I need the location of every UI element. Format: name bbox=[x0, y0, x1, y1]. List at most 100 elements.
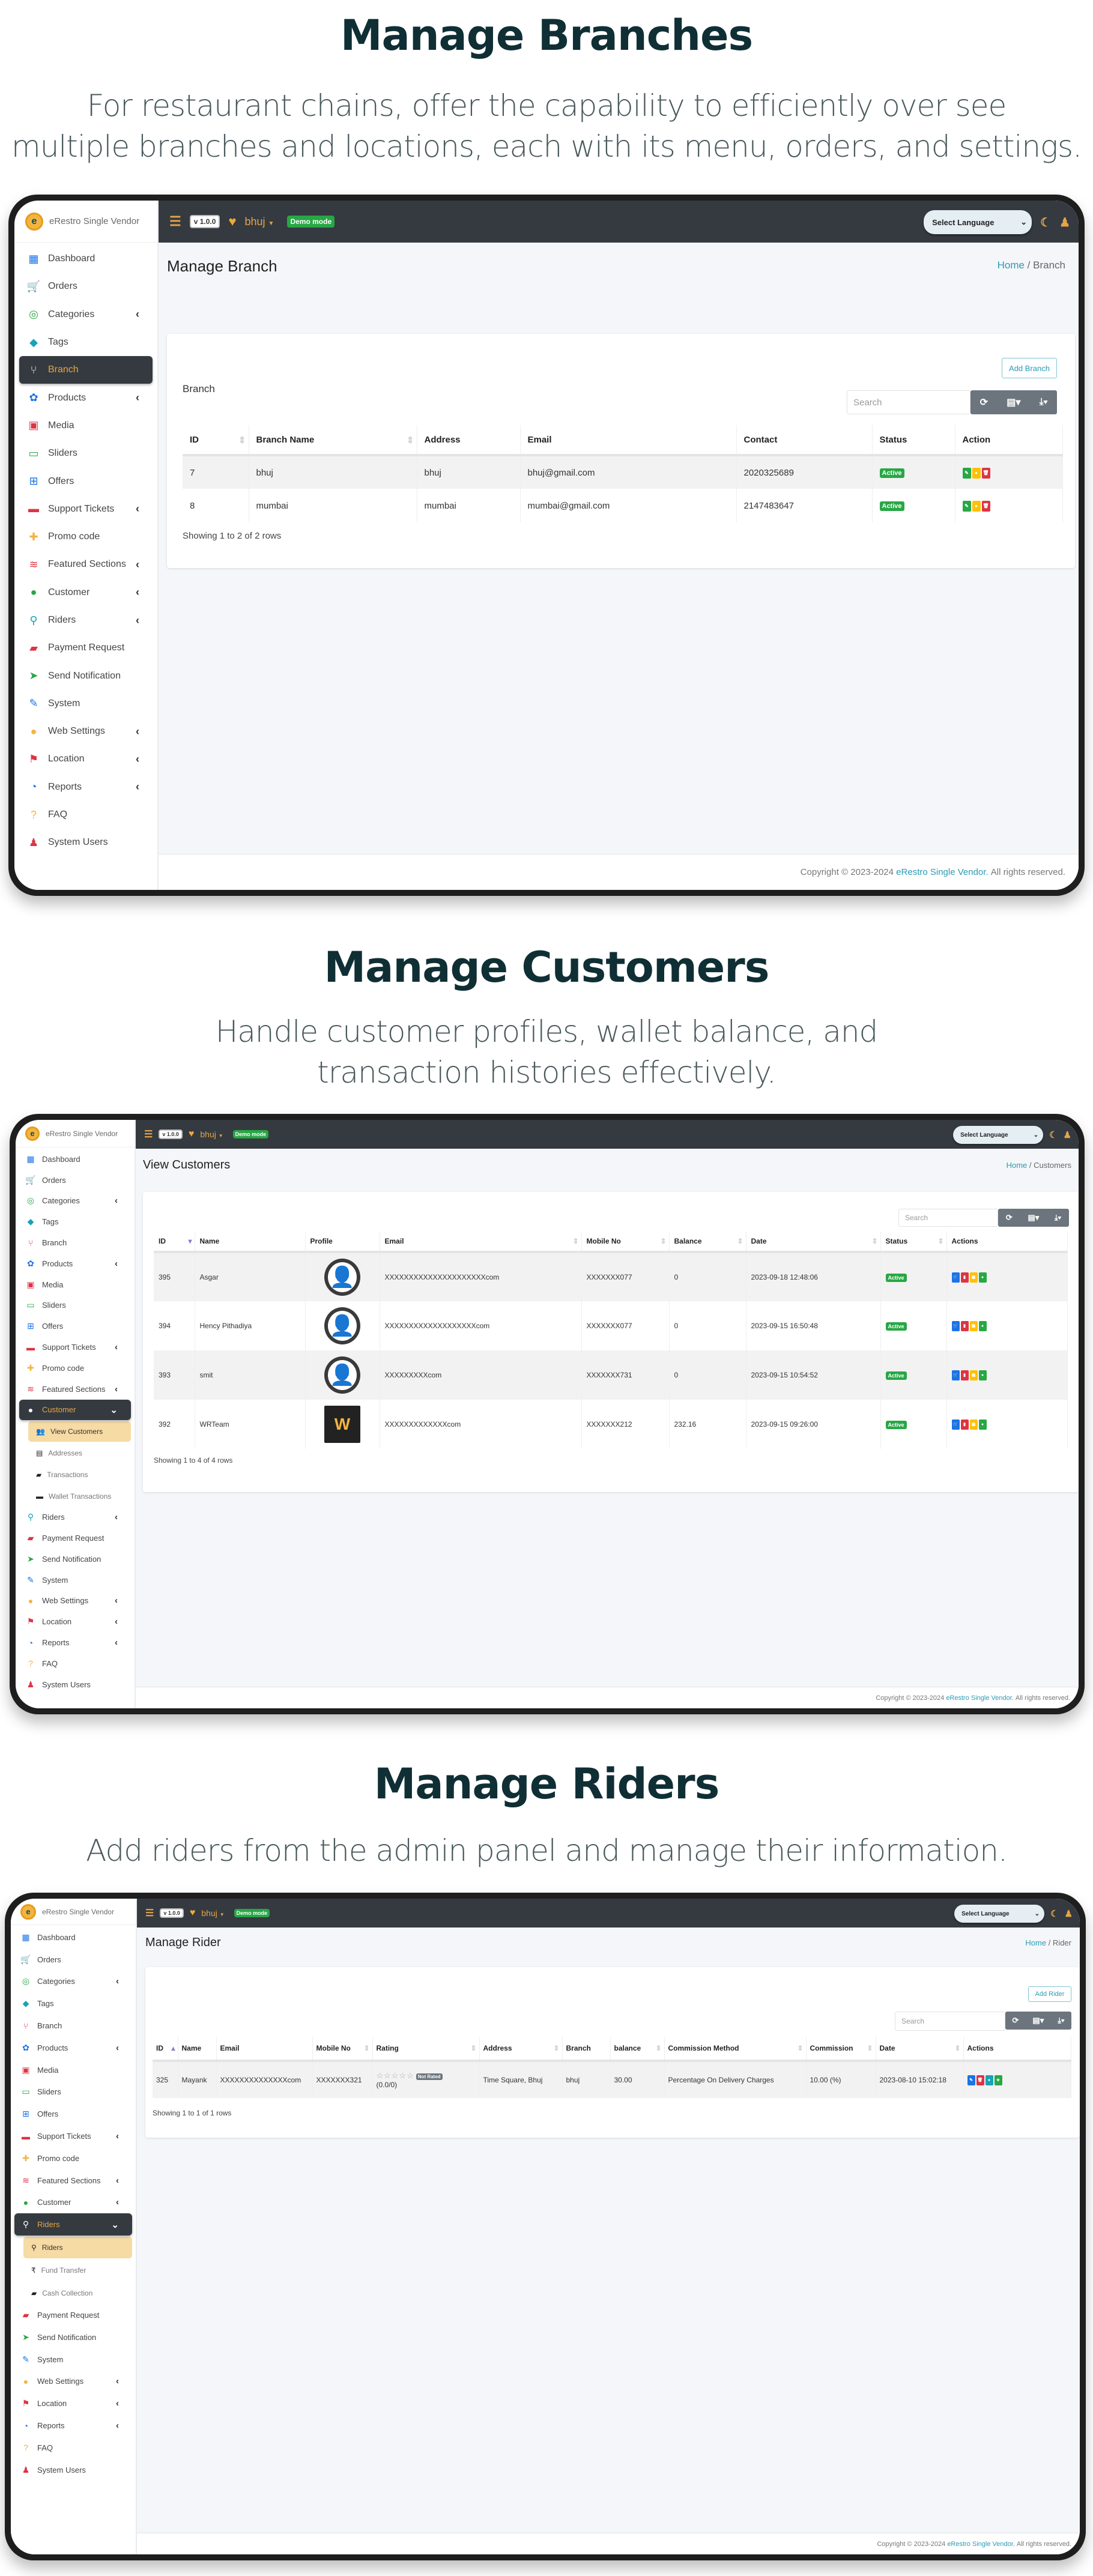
column-header[interactable]: Mobile No ⇕ bbox=[581, 1232, 670, 1253]
sidebar-item-faq[interactable]: ? FAQ bbox=[19, 801, 153, 829]
menu-toggle-icon[interactable]: ☰ bbox=[145, 1907, 154, 1919]
column-header[interactable]: Name bbox=[178, 2037, 217, 2062]
sidebar-item-web-settings[interactable]: ● Web Settings ‹ bbox=[19, 718, 153, 745]
branch-selector[interactable]: bhuj ▼ bbox=[200, 1129, 223, 1139]
view-transactions-button[interactable]: ▮ bbox=[960, 1370, 969, 1380]
language-select[interactable]: Select Language ⌄ bbox=[954, 1905, 1045, 1923]
sidebar-item-media[interactable]: ▣ Media bbox=[14, 2059, 132, 2081]
view-transactions-button[interactable]: ▮ bbox=[960, 1272, 969, 1283]
sidebar-item-branch[interactable]: ⑂ Branch bbox=[14, 2015, 132, 2037]
search-input[interactable]: Search bbox=[847, 390, 970, 414]
toggle-status-button[interactable]: ● bbox=[978, 1370, 987, 1380]
dark-mode-toggle-icon[interactable]: ☾ bbox=[1040, 215, 1051, 230]
menu-toggle-icon[interactable]: ☰ bbox=[144, 1128, 153, 1140]
sidebar-item-location[interactable]: ⚑ Location ‹ bbox=[14, 2392, 132, 2414]
toggle-status-button[interactable]: ● bbox=[978, 1420, 987, 1430]
user-menu-icon[interactable]: ♟ bbox=[1059, 215, 1070, 230]
sidebar-item-dashboard[interactable]: ▦ Dashboard bbox=[19, 1149, 131, 1170]
sidebar-item-send-notification[interactable]: ➤ Send Notification bbox=[19, 662, 153, 689]
user-menu-icon[interactable]: ♟ bbox=[1065, 1908, 1073, 1919]
view-addresses-button[interactable]: ▣ bbox=[969, 1370, 978, 1380]
view-orders-button[interactable]: 🛒 bbox=[951, 1321, 960, 1331]
sidebar-item-location[interactable]: ⚑ Location ‹ bbox=[19, 745, 153, 773]
sidebar-item-reports[interactable]: ◔ Reports ‹ bbox=[14, 2414, 132, 2437]
column-header[interactable]: Email ⇕ bbox=[380, 1232, 582, 1253]
sidebar-item-system[interactable]: ✎ System bbox=[19, 690, 153, 718]
column-header[interactable]: Status bbox=[872, 425, 955, 456]
add-rider-button[interactable]: Add Rider bbox=[1028, 1986, 1071, 2002]
sidebar-item-reports[interactable]: ◔ Reports ‹ bbox=[19, 773, 153, 801]
view-addresses-button[interactable]: ▣ bbox=[969, 1420, 978, 1430]
sidebar-item-media[interactable]: ▣ Media bbox=[19, 412, 153, 440]
column-header[interactable]: ID ▴ bbox=[153, 2037, 178, 2062]
column-header[interactable]: Commission Method ⇕ bbox=[664, 2037, 807, 2062]
view-addresses-button[interactable]: ▣ bbox=[969, 1272, 978, 1283]
sidebar-item-support-tickets[interactable]: ▬ Support Tickets ‹ bbox=[19, 495, 153, 523]
export-icon[interactable]: ⤓▾ bbox=[1040, 397, 1048, 408]
sidebar-item-faq[interactable]: ? FAQ bbox=[19, 1653, 131, 1674]
delete-button[interactable]: 🗑 bbox=[981, 468, 990, 479]
columns-toggle-icon[interactable]: ▤▾ bbox=[1007, 396, 1020, 408]
sidebar-item-branch[interactable]: ⑂ Branch bbox=[19, 356, 153, 384]
view-addresses-button[interactable]: ▣ bbox=[969, 1321, 978, 1331]
column-header[interactable]: Contact bbox=[736, 425, 873, 456]
view-ratings-button[interactable]: ★ bbox=[994, 2075, 1002, 2085]
export-icon[interactable]: ⤓▾ bbox=[1058, 2016, 1064, 2025]
export-icon[interactable]: ⤓▾ bbox=[1055, 1213, 1061, 1223]
columns-toggle-icon[interactable]: ▤▾ bbox=[1028, 1213, 1039, 1223]
sidebar-item-featured-sections[interactable]: ≋ Featured Sections ‹ bbox=[19, 551, 153, 578]
column-header[interactable]: Action bbox=[955, 425, 1063, 456]
sidebar-item-dashboard[interactable]: ▦ Dashboard bbox=[19, 245, 153, 273]
sidebar-item-promo-code[interactable]: ✚ Promo code bbox=[14, 2147, 132, 2169]
sidebar-item-customer[interactable]: ● Customer ‹ bbox=[19, 579, 153, 606]
refresh-icon[interactable]: ⟳ bbox=[980, 396, 988, 408]
sidebar-item-featured-sections[interactable]: ≋ Featured Sections ‹ bbox=[14, 2169, 132, 2192]
sidebar-item-system[interactable]: ✎ System bbox=[19, 1570, 131, 1591]
column-header[interactable]: Address bbox=[417, 425, 521, 456]
column-header[interactable]: balance ⇕ bbox=[610, 2037, 665, 2062]
column-header[interactable]: Mobile No ⇕ bbox=[312, 2037, 373, 2062]
footer-brand-link[interactable]: eRestro Single Vendor. bbox=[946, 1695, 1014, 1702]
sidebar-item-tags[interactable]: ◆ Tags bbox=[19, 1211, 131, 1232]
menu-toggle-icon[interactable]: ☰ bbox=[169, 214, 181, 229]
toggle-status-button[interactable]: ● bbox=[972, 501, 981, 512]
edit-button[interactable]: ✎ bbox=[962, 501, 971, 512]
language-select[interactable]: Select Language ⌄ bbox=[953, 1126, 1044, 1144]
sidebar-subitem-transactions[interactable]: ▰ Transactions bbox=[28, 1465, 131, 1485]
sidebar-item-promo-code[interactable]: ✚ Promo code bbox=[19, 523, 153, 551]
dark-mode-toggle-icon[interactable]: ☾ bbox=[1050, 1908, 1058, 1919]
breadcrumb-home-link[interactable]: Home bbox=[998, 259, 1025, 271]
view-transactions-button[interactable]: ▮ bbox=[960, 1321, 969, 1331]
sidebar-item-sliders[interactable]: ▭ Sliders bbox=[19, 1295, 131, 1316]
sidebar-item-sliders[interactable]: ▭ Sliders bbox=[14, 2081, 132, 2103]
toggle-status-button[interactable]: ● bbox=[978, 1321, 987, 1331]
add-branch-button[interactable]: Add Branch bbox=[1002, 358, 1057, 378]
sidebar-item-offers[interactable]: ⊞ Offers bbox=[19, 1316, 131, 1337]
sidebar-item-web-settings[interactable]: ● Web Settings ‹ bbox=[19, 1591, 131, 1612]
sidebar-item-payment-request[interactable]: ▰ Payment Request bbox=[19, 1528, 131, 1549]
sidebar-item-promo-code[interactable]: ✚ Promo code bbox=[19, 1358, 131, 1379]
sidebar-item-riders[interactable]: ⚲ Riders ⌄ bbox=[14, 2213, 132, 2236]
sidebar-item-reports[interactable]: ◔ Reports ‹ bbox=[19, 1632, 131, 1653]
column-header[interactable]: Date ⇕ bbox=[746, 1232, 881, 1253]
column-header[interactable]: Email bbox=[216, 2037, 313, 2062]
sidebar-item-orders[interactable]: 🛒 Orders bbox=[14, 1949, 132, 1971]
view-orders-button[interactable]: 🛒 bbox=[951, 1420, 960, 1430]
sidebar-item-web-settings[interactable]: ● Web Settings ‹ bbox=[14, 2371, 132, 2393]
sidebar-item-system-users[interactable]: ♟ System Users bbox=[19, 829, 153, 856]
sidebar-subitem-view-customers[interactable]: 👥 View Customers bbox=[28, 1421, 131, 1442]
dark-mode-toggle-icon[interactable]: ☾ bbox=[1049, 1129, 1057, 1140]
sidebar-item-system-users[interactable]: ♟ System Users bbox=[19, 1674, 131, 1695]
column-header[interactable]: Rating ⇕ bbox=[372, 2037, 480, 2062]
refresh-icon[interactable]: ⟳ bbox=[1006, 1213, 1013, 1223]
sidebar-item-send-notification[interactable]: ➤ Send Notification bbox=[19, 1549, 131, 1570]
sidebar-item-support-tickets[interactable]: ▬ Support Tickets ‹ bbox=[14, 2125, 132, 2147]
sidebar-item-payment-request[interactable]: ▰ Payment Request bbox=[19, 634, 153, 662]
sidebar-item-categories[interactable]: ◎ Categories ‹ bbox=[19, 1191, 131, 1212]
sidebar-item-system-users[interactable]: ♟ System Users bbox=[14, 2459, 132, 2481]
sidebar-item-faq[interactable]: ? FAQ bbox=[14, 2437, 132, 2459]
column-header[interactable]: Actions bbox=[946, 1232, 1068, 1253]
column-header[interactable]: Name bbox=[195, 1232, 306, 1253]
footer-brand-link[interactable]: eRestro Single Vendor. bbox=[896, 867, 988, 877]
branch-selector[interactable]: bhuj ▼ bbox=[201, 1908, 224, 1918]
